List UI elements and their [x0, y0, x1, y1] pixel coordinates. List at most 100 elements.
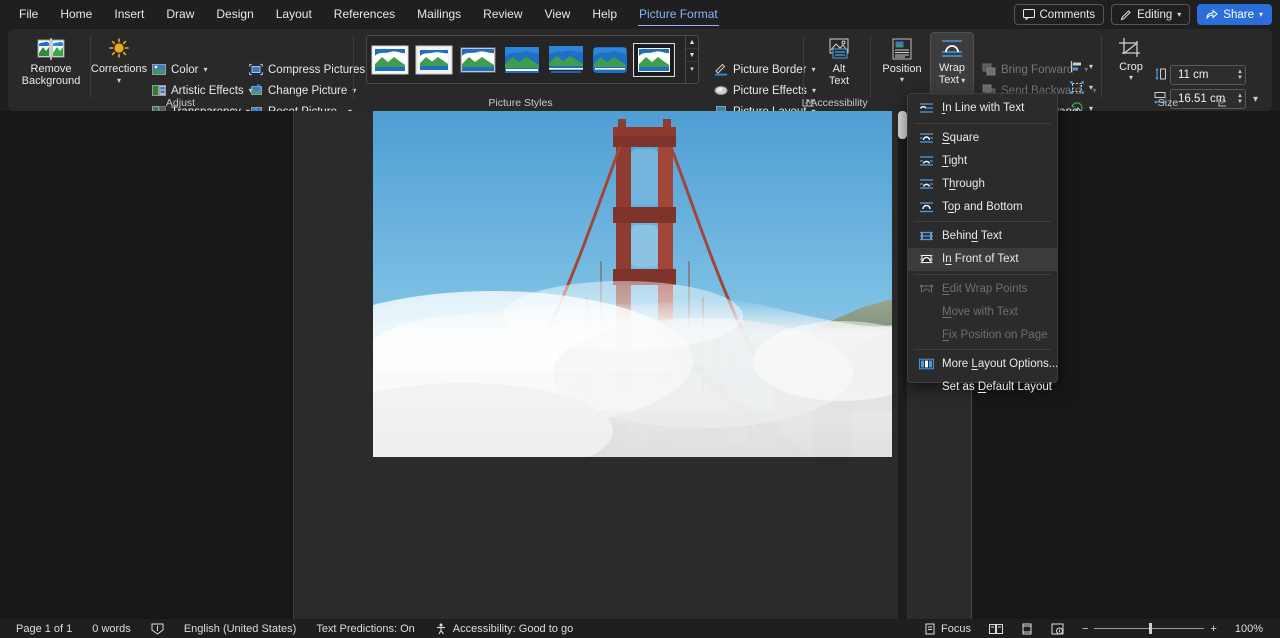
menu-item-label: Fix Position on Page	[942, 328, 1048, 341]
tab-layout[interactable]: Layout	[265, 0, 323, 29]
tab-review[interactable]: Review	[472, 0, 533, 29]
status-language[interactable]: English (United States)	[174, 623, 307, 635]
tab-help[interactable]: Help	[581, 0, 628, 29]
tab-insert[interactable]: Insert	[103, 0, 155, 29]
shape-height-input[interactable]	[1176, 68, 1232, 82]
bring-forward-label: Bring Forward	[1001, 63, 1074, 76]
edit-wrap-points-icon	[918, 282, 934, 296]
group-objects-button[interactable]: ▾	[1066, 78, 1097, 97]
position-button[interactable]: Position ▾	[878, 32, 926, 96]
share-icon	[1206, 9, 1219, 20]
gallery-more-button[interactable]: ▾	[686, 62, 698, 75]
menu-item-label: Square	[942, 132, 980, 145]
shape-height-icon	[1153, 67, 1167, 81]
remove-background-label: Remove Background	[21, 63, 81, 87]
menu-item-in-line-with-text[interactable]: In Line with Text	[908, 97, 1057, 120]
menu-item-set-as-default-layout[interactable]: Set as Default Layout	[908, 376, 1057, 399]
scrollbar-thumb[interactable]	[898, 111, 907, 139]
tab-draw[interactable]: Draw	[155, 0, 205, 29]
menu-item-square[interactable]: Square	[908, 127, 1057, 150]
wrap-text-label: Wrap Text ▾	[938, 62, 966, 86]
menu-item-fix-position-on-page: Fix Position on Page	[908, 323, 1057, 346]
wrap-text-icon	[939, 38, 965, 60]
tab-mailings[interactable]: Mailings	[406, 0, 472, 29]
picture-style-thumb[interactable]	[415, 45, 453, 75]
picture-styles-gallery[interactable]: ▲ ▼ ▾	[366, 35, 699, 84]
focus-mode-button[interactable]: Focus	[915, 623, 980, 635]
alt-text-button[interactable]: Alt Text	[814, 32, 864, 96]
menu-item-label: Move with Text	[942, 305, 1018, 318]
shape-height-stepper[interactable]: ▲ ▼	[1237, 69, 1243, 81]
corrections-button[interactable]: Corrections ▾	[91, 32, 147, 96]
share-label: Share	[1223, 8, 1254, 21]
picture-style-thumb[interactable]	[371, 45, 409, 75]
corrections-label: Corrections	[90, 63, 148, 75]
picture-style-thumb[interactable]	[503, 45, 541, 75]
gallery-scroll-down-button[interactable]: ▼	[686, 49, 698, 62]
change-picture-icon	[249, 84, 263, 97]
tab-picture-format[interactable]: Picture Format	[628, 0, 729, 29]
tab-file[interactable]: File	[8, 0, 49, 29]
tab-home[interactable]: Home	[49, 0, 103, 29]
layout-options-icon	[918, 357, 934, 371]
accessibility-person-icon	[435, 623, 448, 635]
share-button[interactable]: Share ▾	[1197, 4, 1272, 25]
zoom-level-label[interactable]: 100%	[1226, 623, 1272, 635]
artistic-effects-icon	[152, 84, 166, 97]
menu-item-top-and-bottom[interactable]: Top and Bottom	[908, 195, 1057, 218]
shape-height-field[interactable]: ▲▼	[1170, 65, 1246, 85]
status-page[interactable]: Page 1 of 1	[6, 623, 82, 635]
zoom-track[interactable]	[1094, 623, 1205, 634]
zoom-knob[interactable]	[1149, 623, 1153, 634]
tab-references[interactable]: References	[323, 0, 406, 29]
accessibility-dialog-launcher[interactable]	[802, 98, 811, 109]
comments-button[interactable]: Comments	[1013, 4, 1105, 25]
picture-border-label: Picture Border	[733, 63, 807, 76]
color-button[interactable]: Color ▾	[148, 60, 212, 79]
none-icon	[918, 380, 934, 394]
editing-label: Editing	[1137, 8, 1173, 21]
zoom-in-button[interactable]: +	[1210, 623, 1216, 635]
status-text-predictions[interactable]: Text Predictions: On	[306, 623, 424, 635]
crop-button[interactable]: Crop ▾	[1110, 32, 1152, 96]
color-picture-icon	[152, 63, 166, 76]
size-dialog-launcher[interactable]	[1218, 98, 1227, 109]
menu-item-tight[interactable]: Tight	[908, 150, 1057, 173]
wrap-text-button[interactable]: Wrap Text ▾	[930, 32, 974, 96]
window-actions: Comments Editing ▾ Share ▾	[1013, 4, 1280, 25]
zoom-out-button[interactable]: −	[1082, 623, 1088, 635]
remove-background-button[interactable]: Remove Background	[20, 32, 82, 96]
gallery-scroll-up-button[interactable]: ▲	[686, 36, 698, 49]
menu-item-more-layout-options[interactable]: More Layout Options...	[908, 353, 1058, 376]
menu-item-label: Behind Text	[942, 230, 1002, 243]
menu-item-behind-text[interactable]: Behind Text	[908, 225, 1057, 248]
align-objects-button[interactable]: ▾	[1066, 57, 1097, 76]
menu-item-in-front-of-text[interactable]: In Front of Text	[908, 247, 1057, 271]
document-image-golden-gate-bridge[interactable]	[373, 111, 892, 457]
menu-item-through[interactable]: Through	[908, 172, 1057, 195]
position-icon	[889, 37, 915, 61]
web-layout-view-button[interactable]	[980, 623, 1012, 635]
menu-separator	[914, 273, 1051, 275]
picture-style-thumb[interactable]	[459, 45, 497, 75]
tab-design[interactable]: Design	[205, 0, 264, 29]
status-word-count[interactable]: 0 words	[82, 623, 141, 635]
picture-style-thumb[interactable]	[547, 45, 585, 75]
menu-item-label: Through	[942, 177, 985, 190]
wrap-through-icon	[918, 177, 934, 191]
vertical-scrollbar[interactable]	[898, 111, 907, 619]
editing-mode-button[interactable]: Editing ▾	[1111, 4, 1191, 25]
zoom-slider[interactable]: − +	[1073, 623, 1226, 635]
wrap-text-menu[interactable]: In Line with Text Square Tight Through T…	[907, 93, 1058, 393]
print-layout-view-button[interactable]	[1012, 623, 1042, 635]
status-accessibility[interactable]: Accessibility: Good to go	[425, 623, 583, 635]
chevron-down-icon: ▾	[116, 76, 121, 85]
picture-style-thumb-selected[interactable]	[633, 42, 675, 77]
collapse-ribbon-button[interactable]: ▾	[1247, 91, 1264, 108]
chevron-down-icon: ▾	[203, 65, 208, 74]
picture-style-thumb[interactable]	[591, 45, 629, 75]
read-mode-view-button[interactable]	[1042, 623, 1073, 635]
compress-pictures-button[interactable]: Compress Pictures	[245, 60, 369, 79]
tab-view[interactable]: View	[534, 0, 582, 29]
proofing-icon[interactable]	[141, 623, 174, 635]
